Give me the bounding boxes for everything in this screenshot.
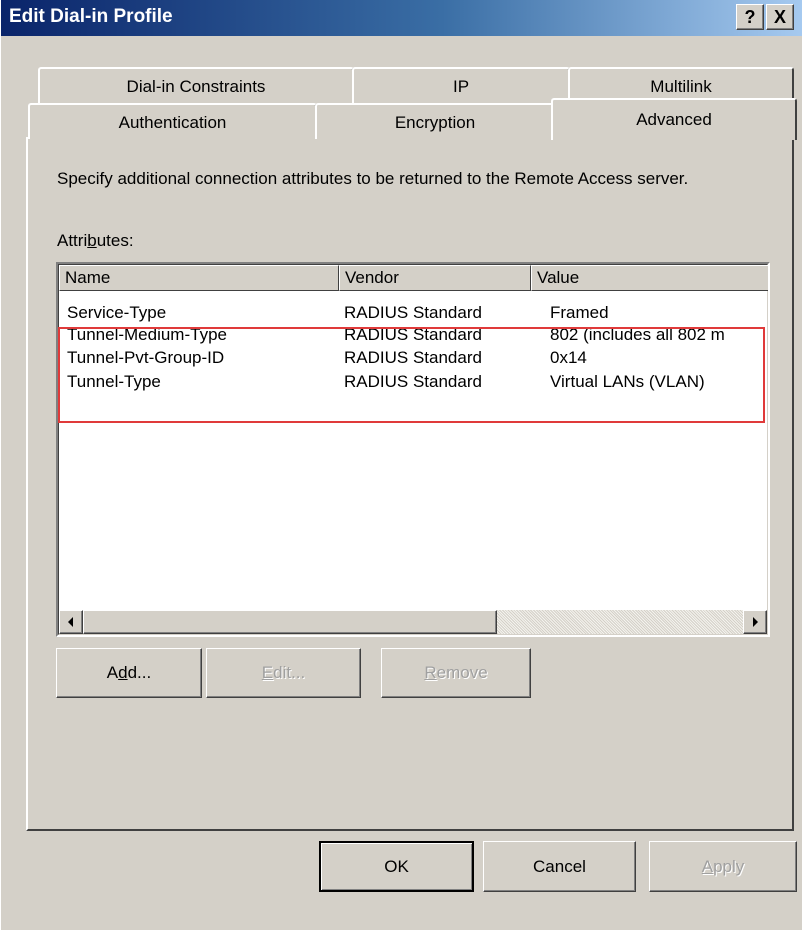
column-header-vendor[interactable]: Vendor [339, 265, 531, 291]
tab-label: Dial-in Constraints [126, 77, 266, 96]
cell-value: 0x14 [550, 348, 587, 367]
cell-value: Virtual LANs (VLAN) [550, 372, 705, 391]
scrollbar-thumb[interactable] [83, 610, 497, 634]
scroll-right-button[interactable] [743, 610, 767, 634]
cell-name: Tunnel-Type [67, 372, 161, 391]
tab-label: IP [452, 77, 470, 96]
title-bar[interactable]: Edit Dial-in Profile ? X [1, 0, 802, 36]
tab-label: Encryption [394, 113, 476, 132]
column-header-name[interactable]: Name [59, 265, 339, 291]
add-button[interactable]: Add... [56, 648, 202, 698]
scroll-left-button[interactable] [59, 610, 83, 634]
cancel-button[interactable]: Cancel [483, 841, 636, 892]
window-title: Edit Dial-in Profile [9, 6, 173, 27]
help-icon: ? [744, 7, 756, 27]
table-row[interactable]: Tunnel-Type RADIUS Standard Virtual LANs… [59, 371, 768, 393]
tab-label: Authentication [118, 113, 227, 132]
table-row[interactable]: Service-Type RADIUS Standard Framed [59, 302, 768, 324]
dialog-window: Edit Dial-in Profile ? X Dial-in Constra… [0, 0, 802, 930]
edit-button[interactable]: Edit... [206, 648, 361, 698]
cell-vendor: RADIUS Standard [344, 348, 482, 367]
help-button[interactable]: ? [736, 4, 764, 30]
tab-encryption[interactable]: Encryption [315, 103, 555, 139]
attributes-label: Attributes: [57, 231, 134, 250]
remove-button[interactable]: Remove [381, 648, 531, 698]
cell-vendor: RADIUS Standard [344, 303, 482, 322]
close-icon: X [773, 7, 786, 27]
tab-dial-in-constraints[interactable]: Dial-in Constraints [38, 67, 354, 107]
cell-value: 802 (includes all 802 m [550, 325, 725, 344]
tab-ip[interactable]: IP [352, 67, 570, 107]
horizontal-scrollbar[interactable] [59, 610, 767, 634]
attributes-list[interactable]: Name Vendor Value Service-Type RADIUS St… [56, 262, 770, 637]
cell-name: Service-Type [67, 303, 167, 322]
table-row[interactable]: Tunnel-Medium-Type RADIUS Standard 802 (… [59, 324, 768, 346]
close-button[interactable]: X [766, 4, 794, 30]
tab-label: Multilink [650, 77, 712, 96]
tab-label: Advanced [636, 110, 712, 129]
column-header-value[interactable]: Value [531, 265, 768, 291]
tab-advanced[interactable]: Advanced [551, 98, 797, 140]
cell-name: Tunnel-Medium-Type [67, 325, 227, 344]
arrow-left-icon [68, 617, 73, 627]
apply-button[interactable]: Apply [649, 841, 797, 892]
cell-name: Tunnel-Pvt-Group-ID [67, 348, 225, 367]
cell-value: Framed [550, 303, 609, 322]
ok-button[interactable]: OK [319, 841, 474, 892]
table-row[interactable]: Tunnel-Pvt-Group-ID RADIUS Standard 0x14 [59, 347, 768, 369]
arrow-right-icon [753, 617, 758, 627]
cell-vendor: RADIUS Standard [344, 372, 482, 391]
tab-authentication[interactable]: Authentication [28, 103, 317, 139]
panel-description: Specify additional connection attributes… [57, 169, 689, 188]
cell-vendor: RADIUS Standard [344, 325, 482, 344]
